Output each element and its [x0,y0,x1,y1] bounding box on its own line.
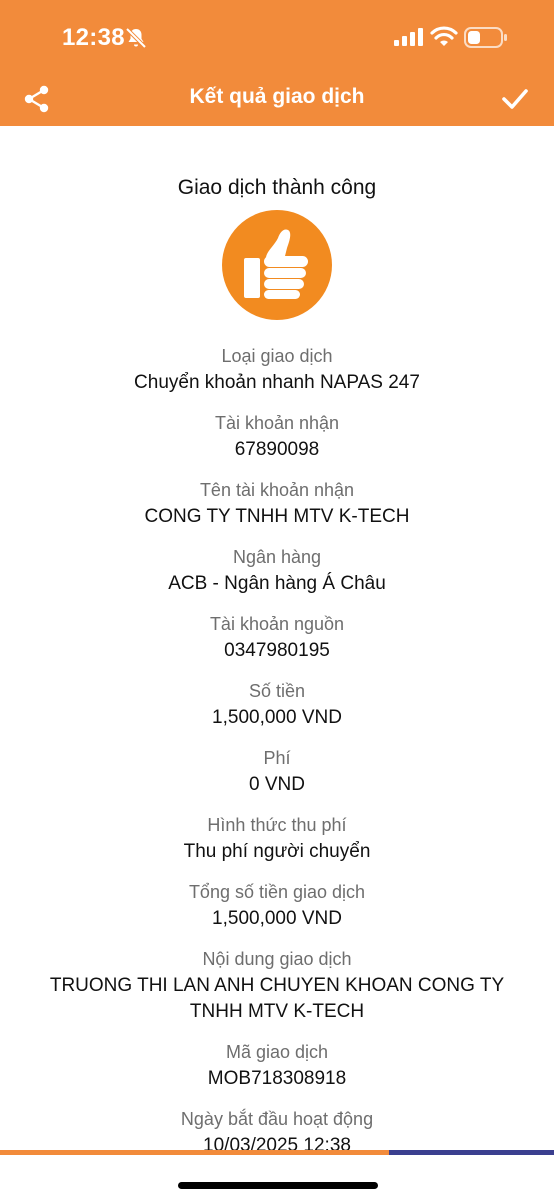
field-fee-method: Hình thức thu phí Thu phí người chuyển [0,813,554,865]
field-transaction-type: Loại giao dịch Chuyển khoản nhanh NAPAS … [0,344,554,396]
field-value: TRUONG THI LAN ANH CHUYEN KHOAN CONG TY … [49,975,505,1022]
field-value: Thu phí người chuyển [183,841,371,862]
field-label: Nội dung giao dịch [202,949,352,969]
bottom-divider-orange [0,1150,389,1155]
transaction-result: Giao dịch thành công Loại giao dịch Chuy… [0,126,554,1153]
field-label: Số tiền [248,681,306,701]
field-label: Mã giao dịch [225,1042,329,1062]
field-value: Chuyển khoản nhanh NAPAS 247 [134,372,420,393]
field-value: 1,500,000 VND [212,908,342,929]
field-label: Hình thức thu phí [207,815,347,835]
bell-slash-icon [125,27,147,49]
field-transaction-id: Mã giao dịch MOB718308918 [0,1040,554,1092]
field-label: Ngân hàng [232,547,322,567]
success-badge [222,210,332,320]
field-label: Tài khoản nguồn [209,614,345,634]
status-bar: 12:38 [0,0,554,72]
battery-icon [464,27,507,48]
field-recipient-account: Tài khoản nhận 67890098 [0,411,554,463]
field-start-date: Ngày bắt đầu hoạt động 10/03/2025 12:38 [0,1107,554,1153]
signal-icon [394,28,423,46]
field-label: Tên tài khoản nhận [199,480,355,500]
field-value: 0347980195 [224,640,330,661]
field-value: 67890098 [234,439,320,460]
field-recipient-name: Tên tài khoản nhận CONG TY TNHH MTV K-TE… [0,478,554,530]
page-title: Kết quả giao dịch [189,85,365,108]
field-amount: Số tiền 1,500,000 VND [0,679,554,731]
field-value: CONG TY TNHH MTV K-TECH [144,506,410,527]
field-value: MOB718308918 [207,1068,347,1089]
field-label: Loại giao dịch [221,346,333,366]
home-indicator[interactable] [178,1182,378,1189]
status-time: 12:38 [62,24,125,51]
field-total-amount: Tổng số tiền giao dịch 1,500,000 VND [0,880,554,932]
field-value: 0 VND [249,774,305,795]
field-label: Phí [263,748,291,768]
field-value: 1,500,000 VND [212,707,342,728]
field-source-account: Tài khoản nguồn 0347980195 [0,612,554,664]
checkmark-icon[interactable] [500,84,530,114]
thumbs-up-icon [244,229,308,299]
field-value: ACB - Ngân hàng Á Châu [168,573,386,594]
field-fee: Phí 0 VND [0,746,554,798]
wifi-icon [430,26,458,46]
result-title: Giao dịch thành công [177,176,377,199]
bottom-divider [0,1150,554,1155]
field-label: Tài khoản nhận [214,413,340,433]
bottom-divider-blue [389,1150,554,1155]
field-label: Tổng số tiền giao dịch [188,882,366,902]
field-description: Nội dung giao dịch TRUONG THI LAN ANH CH… [0,947,554,1025]
field-bank: Ngân hàng ACB - Ngân hàng Á Châu [0,545,554,597]
field-label: Ngày bắt đầu hoạt động [180,1109,374,1129]
nav-bar: Kết quả giao dịch [0,72,554,126]
